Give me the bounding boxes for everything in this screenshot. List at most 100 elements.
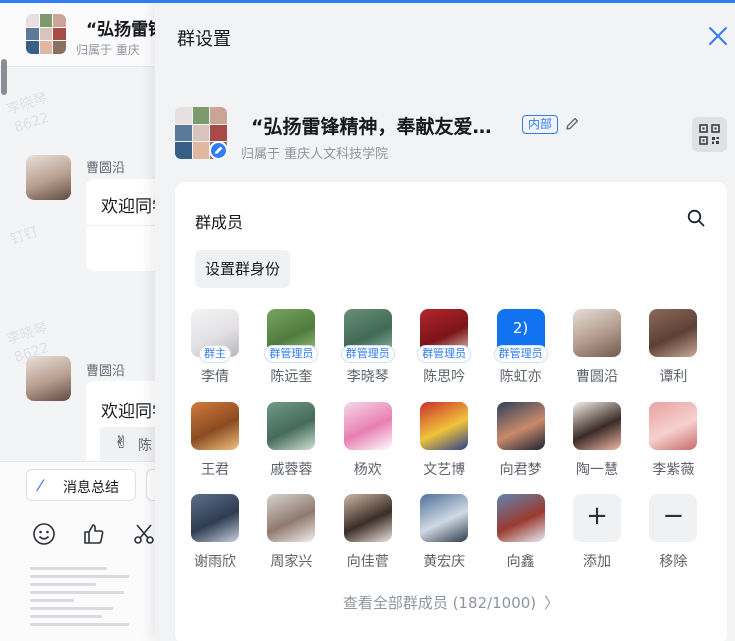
member-name: 李晓琴	[346, 369, 389, 385]
member-name: 陈思吟	[423, 369, 466, 385]
pencil-icon[interactable]	[565, 116, 580, 131]
member-name: 戚蓉蓉	[270, 461, 313, 478]
chevron-right-icon: 〉	[544, 594, 560, 612]
message-sender: 曹圆沿	[86, 364, 126, 379]
set-group-identity-button[interactable]: 设置群身份	[195, 250, 291, 288]
minus-icon[interactable]: −	[649, 494, 698, 542]
member-item[interactable]: 王君	[177, 401, 253, 482]
member-avatar[interactable]	[191, 401, 239, 450]
member-role-badge: 群主	[199, 345, 231, 363]
member-item[interactable]: 群管理员 陈远奎	[253, 309, 329, 389]
sender-avatar[interactable]	[26, 356, 71, 401]
qr-code-icon	[699, 124, 720, 145]
scissors-icon[interactable]	[132, 522, 156, 546]
group-org: 归属于 重庆人文科技学院	[241, 147, 389, 162]
qr-code-button[interactable]	[692, 117, 727, 152]
edit-avatar-icon[interactable]	[209, 141, 228, 160]
member-avatar[interactable]	[420, 494, 469, 542]
member-avatar[interactable]	[496, 494, 545, 542]
members-title: 群成员	[195, 213, 244, 232]
member-item[interactable]: 向佳菅	[330, 494, 406, 574]
member-item[interactable]: 杨欢	[330, 401, 406, 482]
remove-label: 移除	[659, 554, 688, 570]
member-item[interactable]: 群管理员 李晓琴	[330, 309, 406, 389]
member-name: 李紫薇	[652, 461, 695, 478]
plus-icon[interactable]: +	[573, 494, 621, 542]
member-item[interactable]: 群管理员 陈思吟	[406, 309, 482, 389]
sparkle-icon: ⁄	[39, 476, 42, 495]
member-item[interactable]: 谭利	[635, 309, 711, 389]
member-name: 黄宏庆	[423, 554, 466, 570]
member-item[interactable]: 曹圆沿	[559, 309, 635, 389]
summary-label: 消息总结	[63, 480, 119, 496]
search-icon[interactable]	[687, 209, 705, 227]
view-all-label: 查看全部群成员 (182/1000)	[342, 594, 537, 612]
member-item[interactable]: 陶一慧	[559, 401, 635, 482]
message-sender: 曹圆沿	[86, 161, 126, 176]
member-item[interactable]: 谢雨欣	[177, 494, 253, 574]
member-avatar[interactable]	[649, 309, 698, 357]
member-name: 陈远奎	[270, 369, 313, 385]
scrollbar-thumb[interactable]	[1, 59, 7, 95]
member-avatar[interactable]	[420, 401, 469, 450]
member-avatar[interactable]	[267, 401, 316, 450]
member-avatar[interactable]	[573, 401, 621, 450]
member-item[interactable]: 戚蓉蓉	[253, 401, 329, 482]
panel-title: 群设置	[177, 29, 231, 50]
view-all-members-link[interactable]: 查看全部群成员 (182/1000) 〉	[175, 592, 727, 613]
member-item[interactable]: 李紫薇	[635, 401, 711, 482]
member-name: 陈虹亦	[499, 369, 542, 385]
thumbs-up-icon[interactable]	[82, 522, 106, 546]
sender-avatar[interactable]	[26, 155, 71, 200]
member-role-badge: 群管理员	[417, 345, 472, 363]
emoji-icon[interactable]	[32, 522, 56, 546]
member-item[interactable]: 群主 李倩	[177, 309, 253, 389]
member-role-badge: 群管理员	[493, 345, 548, 363]
quote-text: 陈	[138, 438, 152, 454]
member-role-badge: 群管理员	[264, 345, 319, 363]
member-name: 周家兴	[270, 554, 313, 570]
member-item[interactable]: 向鑫	[483, 494, 559, 574]
member-item[interactable]: 文艺博	[406, 401, 482, 482]
member-item[interactable]: 2) 群管理员陈虹亦	[483, 309, 559, 389]
avatar-text: 2)	[512, 319, 529, 337]
watermark: 钉钉	[8, 224, 41, 248]
member-avatar[interactable]	[267, 494, 316, 542]
message-summary-button[interactable]: ⁄ 消息总结	[26, 469, 136, 501]
member-avatar[interactable]	[649, 401, 698, 450]
member-name: 谭利	[659, 369, 688, 385]
add-label: 添加	[583, 554, 611, 570]
chat-group-avatar[interactable]	[26, 14, 66, 54]
member-name: 向鑫	[506, 554, 535, 570]
member-name: 杨欢	[353, 461, 382, 478]
member-avatar[interactable]	[573, 309, 621, 357]
members-card: 群成员 设置群身份 群主 李倩 群管理员 陈远奎 群管理员 李晓琴 群管理员 陈思吟 2) 群管理…	[175, 182, 727, 641]
member-name: 向佳菅	[346, 554, 389, 570]
member-name: 曹圆沿	[576, 369, 618, 385]
member-item[interactable]: 黄宏庆	[406, 494, 482, 574]
member-item[interactable]: 向君梦	[483, 401, 559, 482]
group-name[interactable]: “弘扬雷锋精神，奉献友爱…	[251, 112, 492, 139]
group-avatar[interactable]	[175, 107, 228, 160]
member-avatar[interactable]	[496, 401, 545, 450]
remove-member-button[interactable]: − 移除	[635, 494, 711, 574]
member-avatar[interactable]	[191, 494, 239, 542]
window-accent-bar	[0, 0, 735, 3]
hand-icon: ✌	[114, 433, 129, 453]
close-icon[interactable]	[707, 25, 729, 47]
member-name: 王君	[201, 461, 229, 478]
member-avatar[interactable]	[343, 494, 392, 542]
member-name: 文艺博	[423, 461, 466, 478]
chat-org: 归属于 重庆	[76, 43, 140, 57]
chat-title[interactable]: “弘扬雷锋	[86, 15, 165, 40]
member-name: 谢雨欣	[194, 554, 236, 570]
member-role-badge: 群管理员	[340, 345, 395, 363]
internal-badge: 内部	[522, 115, 559, 134]
screenshot-preview	[30, 562, 140, 631]
member-item[interactable]: 周家兴	[253, 494, 329, 574]
member-name: 陶一慧	[576, 461, 618, 478]
group-settings-panel: 群设置 “弘扬雷锋精神，奉献友爱… 内部 归属于 重庆人文科技学院 群成员 设置…	[155, 3, 735, 641]
add-member-button[interactable]: + 添加	[559, 494, 635, 574]
member-avatar[interactable]	[343, 401, 392, 450]
member-name: 向君梦	[499, 461, 542, 478]
